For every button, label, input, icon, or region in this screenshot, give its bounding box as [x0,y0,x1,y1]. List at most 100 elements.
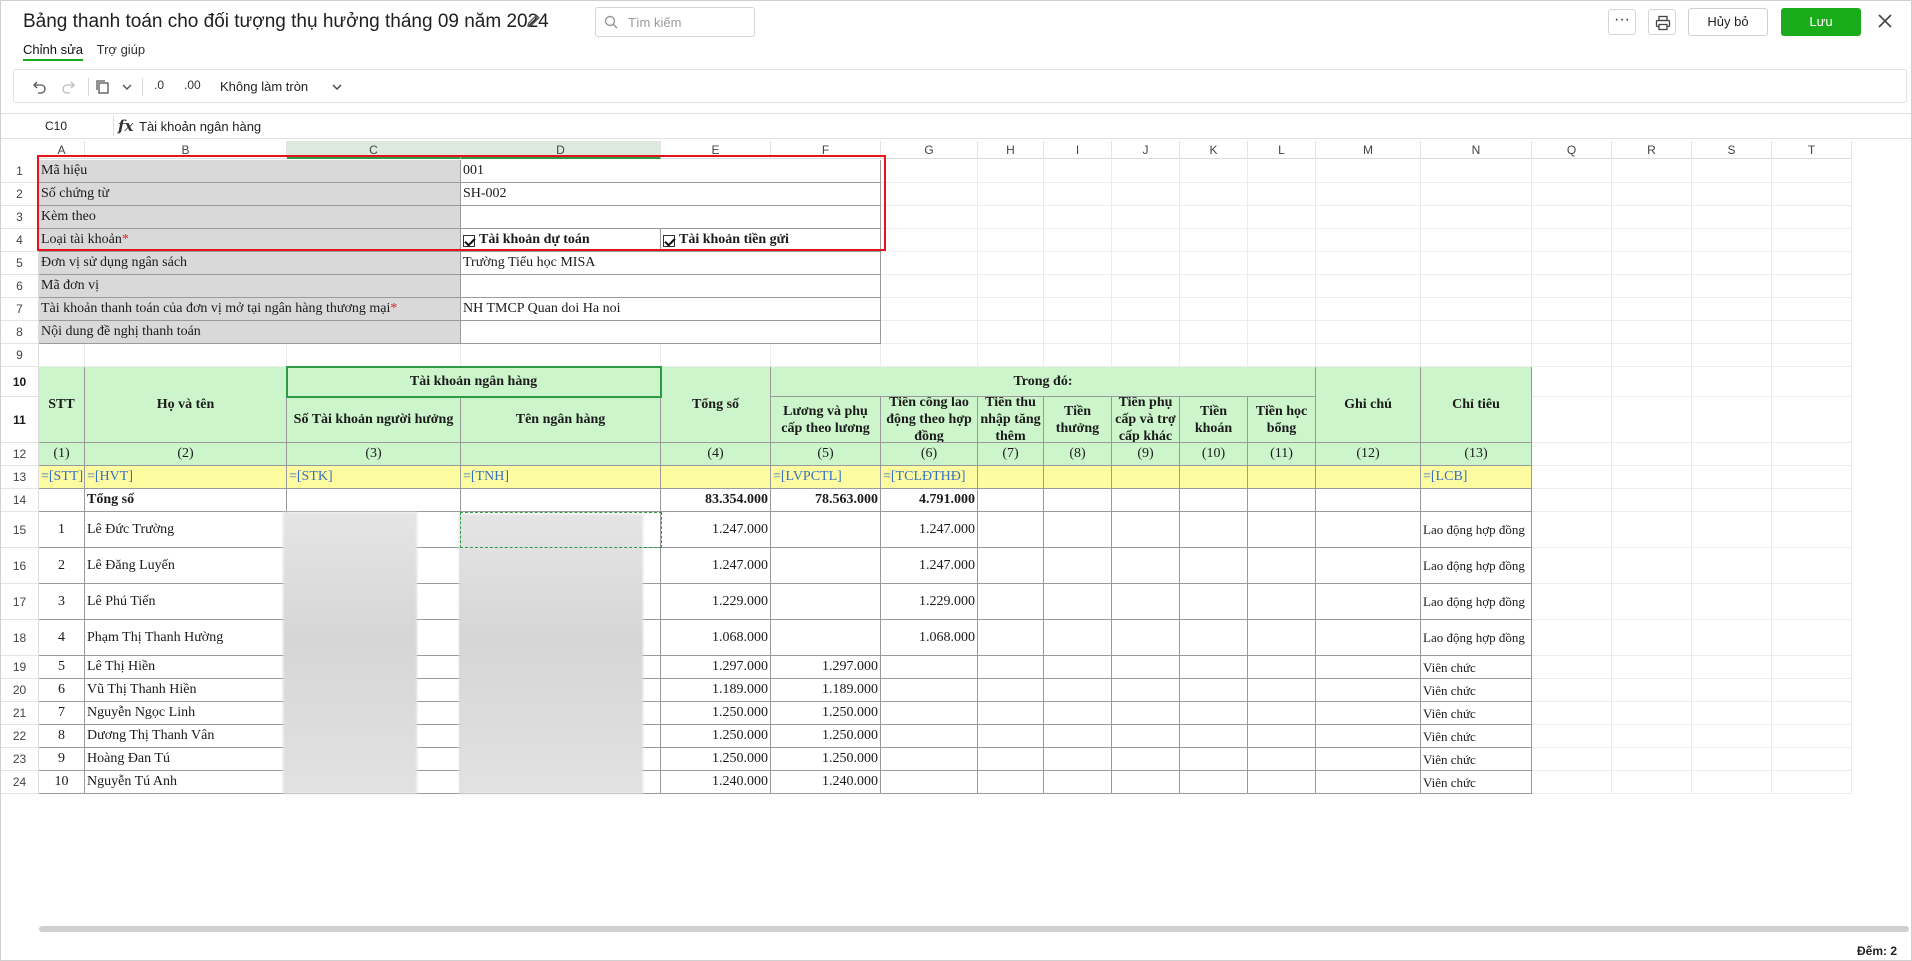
empty-cell[interactable] [1612,512,1692,548]
table-cell[interactable] [1044,548,1112,584]
empty-cell[interactable] [1692,397,1772,443]
account-type-deposit[interactable]: Tài khoản tiền gửi [661,229,881,252]
table-cell[interactable]: Hoàng Đan Tú [85,748,287,771]
empty-cell[interactable] [1112,344,1180,367]
col-number[interactable]: (11) [1248,443,1316,466]
cancel-button[interactable]: Hủy bỏ [1688,8,1768,36]
empty-cell[interactable] [1692,679,1772,702]
chevron-down-icon[interactable] [328,78,346,96]
empty-cell[interactable] [1612,548,1692,584]
col-bonus[interactable]: Tiền thưởng [1044,397,1112,443]
table-cell[interactable] [1044,679,1112,702]
table-cell[interactable] [1180,702,1248,725]
empty-cell[interactable] [1692,620,1772,656]
empty-cell[interactable] [1180,344,1248,367]
table-cell[interactable] [1112,656,1180,679]
table-cell[interactable]: Vũ Thị Thanh Hiền [85,679,287,702]
table-cell[interactable] [1316,748,1421,771]
column-header[interactable]: C [287,141,461,159]
table-cell[interactable]: Lao động hợp đồng [1421,584,1532,620]
checkbox-deposit[interactable] [663,235,675,247]
empty-cell[interactable] [1612,443,1692,466]
table-cell[interactable] [978,725,1044,748]
formula-input[interactable]: Tài khoản ngân hàng [139,119,261,134]
empty-cell[interactable] [1532,702,1612,725]
table-cell[interactable]: Viên chức [1421,679,1532,702]
column-header[interactable]: B [85,141,287,159]
table-cell[interactable] [1044,620,1112,656]
empty-cell[interactable] [1772,344,1852,367]
table-cell[interactable] [1180,584,1248,620]
total-cell[interactable]: 4.791.000 [881,489,978,512]
empty-cell[interactable] [1112,206,1180,229]
total-cell[interactable] [1421,489,1532,512]
table-cell[interactable]: 1.297.000 [771,656,881,679]
empty-cell[interactable] [1692,229,1772,252]
col-total[interactable]: Tổng số [661,367,771,443]
col-account-no[interactable]: Số Tài khoản người hưởng [287,397,461,443]
table-cell[interactable]: 1.068.000 [881,620,978,656]
row-header[interactable]: 9 [1,344,39,367]
table-cell[interactable]: 6 [39,679,85,702]
tab-help[interactable]: Trợ giúp [97,42,146,57]
empty-cell[interactable] [1532,183,1612,206]
empty-cell[interactable] [1772,679,1852,702]
table-cell[interactable] [1248,584,1316,620]
save-button[interactable]: Lưu [1781,8,1861,36]
table-cell[interactable] [771,512,881,548]
info-value[interactable] [461,275,881,298]
empty-cell[interactable] [978,160,1044,183]
empty-cell[interactable] [1772,206,1852,229]
empty-cell[interactable] [1692,298,1772,321]
empty-cell[interactable] [1612,466,1692,489]
empty-cell[interactable] [1612,252,1692,275]
table-cell[interactable] [978,584,1044,620]
row-header[interactable]: 8 [1,321,39,344]
empty-cell[interactable] [1421,298,1532,321]
table-cell[interactable] [978,656,1044,679]
empty-cell[interactable] [1044,344,1112,367]
empty-cell[interactable] [1532,397,1612,443]
column-header[interactable]: R [1612,141,1692,159]
empty-cell[interactable] [1180,183,1248,206]
print-button[interactable] [1648,9,1676,35]
table-cell[interactable] [771,584,881,620]
empty-cell[interactable] [1421,160,1532,183]
empty-cell[interactable] [1692,252,1772,275]
table-cell[interactable]: Lao động hợp đồng [1421,620,1532,656]
empty-cell[interactable] [881,252,978,275]
table-cell[interactable]: Viên chức [1421,725,1532,748]
table-cell[interactable] [1316,584,1421,620]
row-header[interactable]: 13 [1,466,39,489]
empty-cell[interactable] [1612,344,1692,367]
empty-cell[interactable] [1316,298,1421,321]
row-header[interactable]: 12 [1,443,39,466]
column-header[interactable]: I [1044,141,1112,159]
total-cell[interactable] [1248,489,1316,512]
empty-cell[interactable] [1692,466,1772,489]
table-cell[interactable]: 1.250.000 [661,748,771,771]
empty-cell[interactable] [1316,160,1421,183]
empty-cell[interactable] [978,206,1044,229]
empty-cell[interactable] [85,344,287,367]
empty-cell[interactable] [1316,229,1421,252]
table-cell[interactable] [978,702,1044,725]
empty-cell[interactable] [1316,206,1421,229]
empty-cell[interactable] [881,298,978,321]
col-number[interactable]: (9) [1112,443,1180,466]
checkbox-budget[interactable] [463,235,475,247]
info-value[interactable] [461,321,881,344]
table-cell[interactable] [1180,679,1248,702]
empty-cell[interactable] [287,344,461,367]
table-cell[interactable]: Lao động hợp đồng [1421,512,1532,548]
empty-cell[interactable] [1772,252,1852,275]
col-number[interactable]: (7) [978,443,1044,466]
info-label[interactable]: Mã đơn vị [39,275,461,298]
table-cell[interactable]: Lê Phú Tiến [85,584,287,620]
empty-cell[interactable] [1248,229,1316,252]
empty-cell[interactable] [1112,160,1180,183]
empty-cell[interactable] [1421,275,1532,298]
column-header[interactable]: F [771,141,881,159]
empty-cell[interactable] [1612,725,1692,748]
empty-cell[interactable] [1772,702,1852,725]
